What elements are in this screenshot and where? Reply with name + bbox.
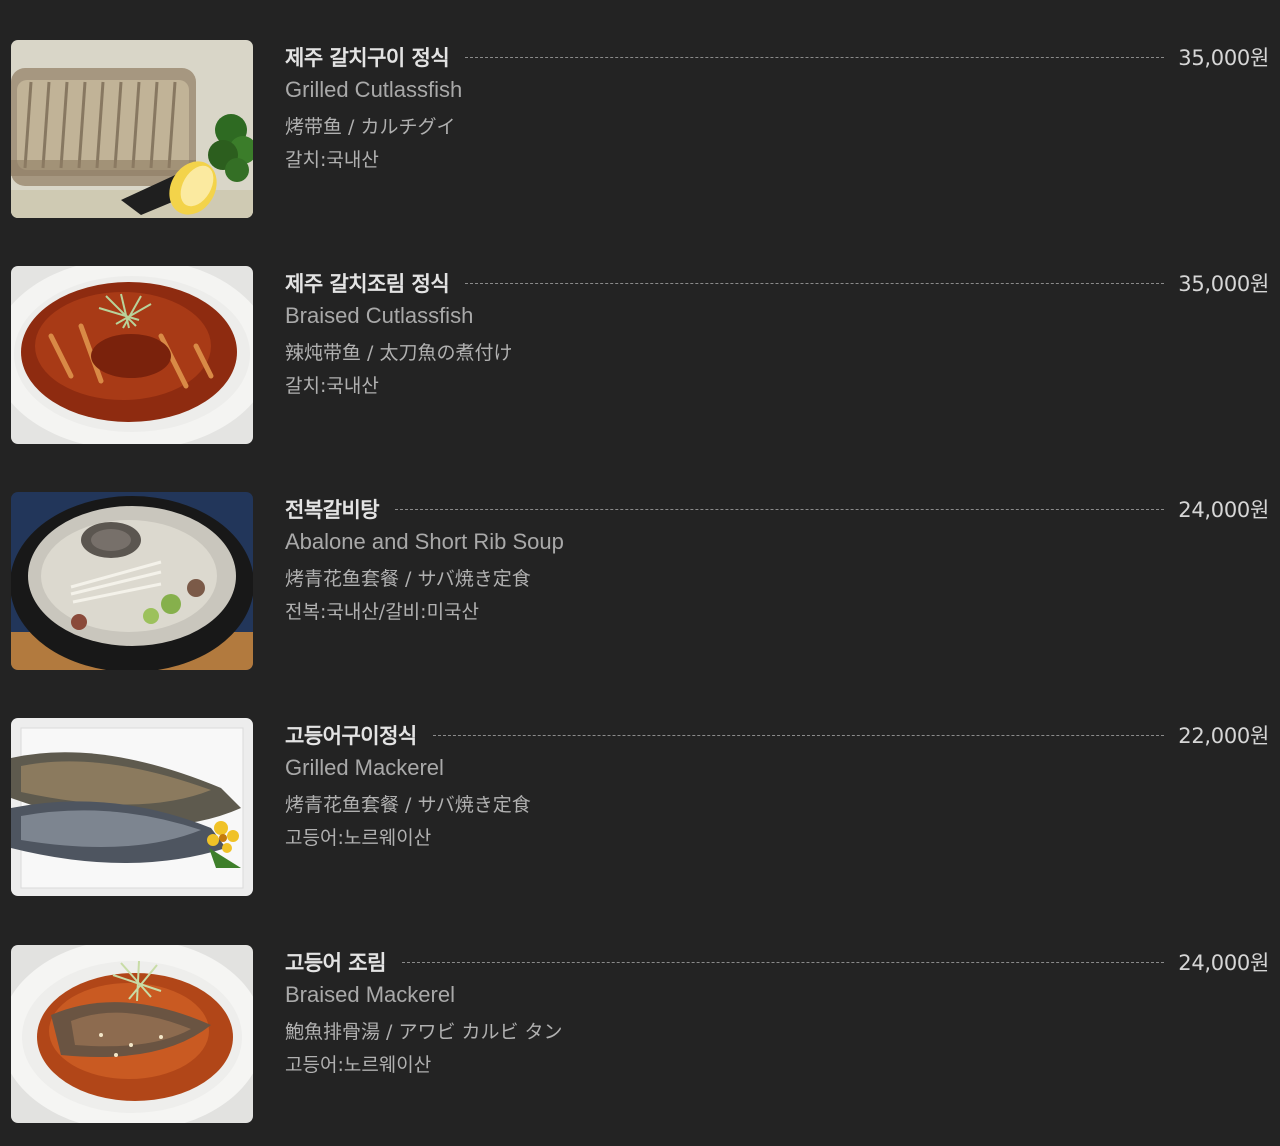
braised-mackerel-photo[interactable]	[11, 945, 253, 1123]
dotted-leader	[401, 961, 1165, 963]
dish-price: 24,000원	[1178, 498, 1269, 522]
title-row: 전복갈비탕 24,000원	[285, 494, 1269, 524]
title-row: 고등어 조림 24,000원	[285, 947, 1269, 977]
title-row: 고등어구이정식 22,000원	[285, 720, 1269, 750]
menu-item-info: 제주 갈치구이 정식 35,000원 Grilled Cutlassfish 烤…	[285, 40, 1269, 218]
menu-item[interactable]: 전복갈비탕 24,000원 Abalone and Short Rib Soup…	[11, 492, 1269, 670]
dish-price: 35,000원	[1178, 46, 1269, 70]
dotted-leader	[465, 56, 1165, 58]
dish-english-name: Grilled Mackerel	[285, 755, 444, 780]
dish-origin: 갈치:국내산	[285, 375, 379, 397]
title-row: 제주 갈치구이 정식 35,000원	[285, 42, 1269, 72]
menu-item[interactable]: 고등어 조림 24,000원 Braised Mackerel 鮑魚排骨湯 / …	[11, 945, 1269, 1123]
dish-english-name: Abalone and Short Rib Soup	[285, 529, 564, 554]
braised-cutlassfish-photo[interactable]	[11, 266, 253, 444]
dish-translation: 辣炖带鱼 / 太刀魚の煮付け	[285, 342, 513, 364]
dish-name: 고등어 조림	[285, 951, 386, 975]
dish-origin: 고등어:노르웨이산	[285, 827, 432, 849]
menu-item-info: 전복갈비탕 24,000원 Abalone and Short Rib Soup…	[285, 492, 1269, 670]
menu-item[interactable]: 제주 갈치구이 정식 35,000원 Grilled Cutlassfish 烤…	[11, 40, 1269, 218]
dish-name: 고등어구이정식	[285, 724, 417, 748]
menu-item-info: 제주 갈치조림 정식 35,000원 Braised Cutlassfish 辣…	[285, 266, 1269, 444]
dish-origin: 고등어:노르웨이산	[285, 1054, 432, 1076]
dish-name: 제주 갈치조림 정식	[285, 272, 450, 296]
dish-origin: 전복:국내산/갈비:미국산	[285, 601, 480, 623]
abalone-rib-soup-photo[interactable]	[11, 492, 253, 670]
dish-translation: 烤青花鱼套餐 / サバ焼き定食	[285, 794, 531, 816]
dotted-leader	[465, 282, 1165, 284]
dish-translation: 烤带鱼 / カルチグイ	[285, 116, 456, 138]
menu-item[interactable]: 제주 갈치조림 정식 35,000원 Braised Cutlassfish 辣…	[11, 266, 1269, 444]
title-row: 제주 갈치조림 정식 35,000원	[285, 268, 1269, 298]
dish-translation: 烤青花鱼套餐 / サバ焼き定食	[285, 568, 531, 590]
dish-origin: 갈치:국내산	[285, 149, 379, 171]
menu-item-info: 고등어구이정식 22,000원 Grilled Mackerel 烤青花鱼套餐 …	[285, 718, 1269, 896]
dish-price: 22,000원	[1178, 724, 1269, 748]
dish-price: 35,000원	[1178, 272, 1269, 296]
dotted-leader	[395, 508, 1165, 510]
dish-name: 제주 갈치구이 정식	[285, 46, 450, 70]
dish-name: 전복갈비탕	[285, 498, 380, 522]
menu-item-info: 고등어 조림 24,000원 Braised Mackerel 鮑魚排骨湯 / …	[285, 945, 1269, 1123]
dish-price: 24,000원	[1178, 951, 1269, 975]
dish-english-name: Grilled Cutlassfish	[285, 77, 463, 102]
dish-translation: 鮑魚排骨湯 / アワビ カルビ タン	[285, 1021, 563, 1043]
menu-item[interactable]: 고등어구이정식 22,000원 Grilled Mackerel 烤青花鱼套餐 …	[11, 718, 1269, 896]
grilled-mackerel-photo[interactable]	[11, 718, 253, 896]
grilled-cutlassfish-photo[interactable]	[11, 40, 253, 218]
dish-english-name: Braised Mackerel	[285, 982, 455, 1007]
dish-english-name: Braised Cutlassfish	[285, 303, 474, 328]
dotted-leader	[432, 734, 1165, 736]
